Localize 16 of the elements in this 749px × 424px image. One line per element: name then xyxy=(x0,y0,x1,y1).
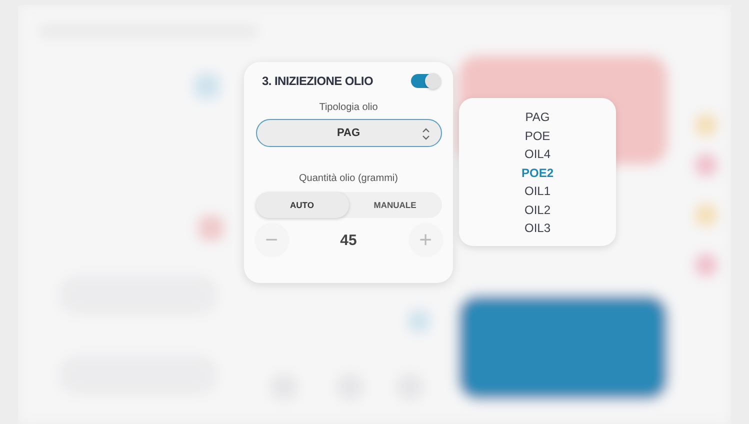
oil-type-select[interactable]: PAG xyxy=(256,119,442,147)
field-label: Tipologia olio xyxy=(319,102,378,113)
dropdown-option[interactable]: POE xyxy=(524,126,550,145)
chevron-icon xyxy=(420,126,430,142)
dropdown-option[interactable]: OIL3 xyxy=(524,219,550,238)
card-title: 3. INIZIEZIONE OLIO xyxy=(262,74,373,88)
toggle-switch[interactable] xyxy=(411,74,439,88)
dropdown-option[interactable]: OIL4 xyxy=(524,145,550,164)
quantity-value: 45 xyxy=(340,232,357,248)
mode-tab[interactable]: MANUALE xyxy=(348,192,442,218)
dropdown-option[interactable]: POE2 xyxy=(521,164,554,182)
mode-tab[interactable]: AUTO xyxy=(256,192,348,218)
dropdown-option[interactable]: OIL2 xyxy=(524,200,550,219)
dropdown-option[interactable]: PAG xyxy=(525,108,550,126)
field-label: Quantità olio (grammi) xyxy=(299,173,398,184)
dropdown-option[interactable]: OIL1 xyxy=(524,182,550,200)
